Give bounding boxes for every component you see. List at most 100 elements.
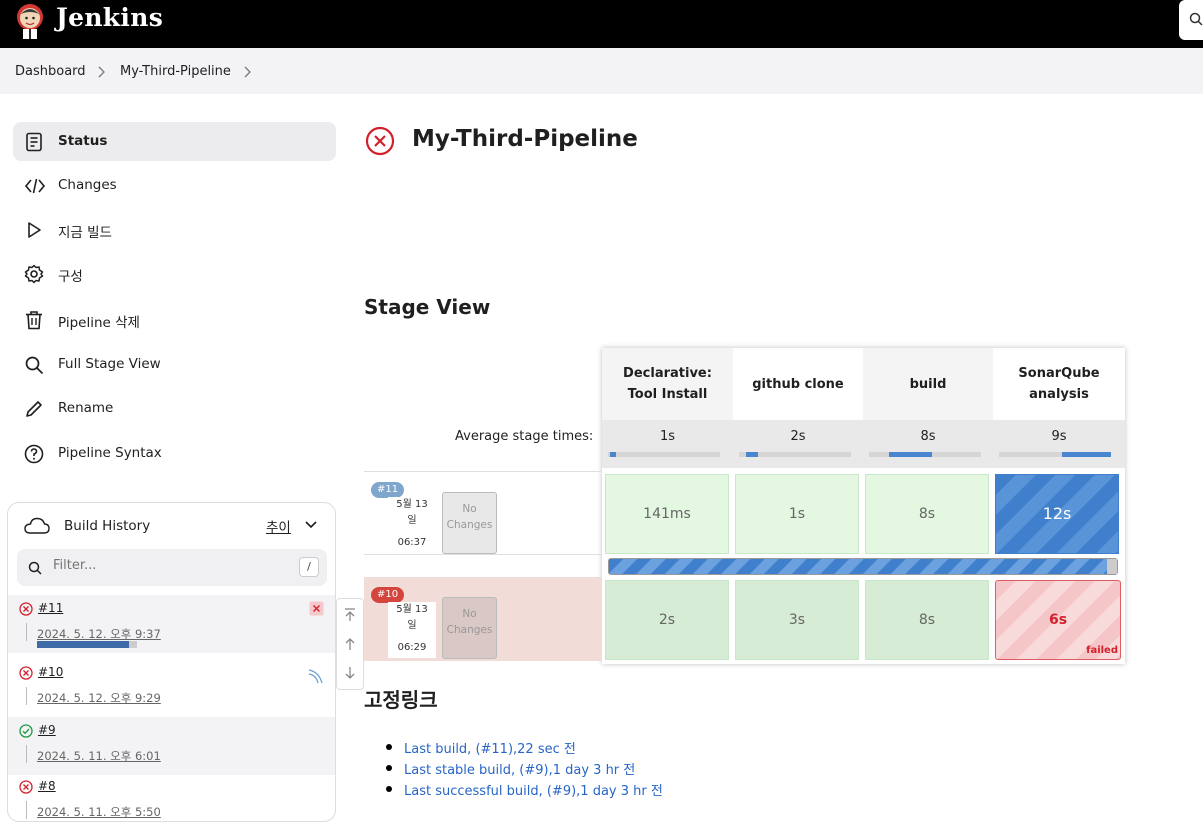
- run-date-line: 5월 13: [396, 604, 428, 615]
- run-time: 06:37: [397, 537, 427, 548]
- chevron-right-icon[interactable]: [243, 66, 251, 78]
- avg-time-value: 9s: [1051, 429, 1067, 444]
- stage-header-github-clone[interactable]: github clone: [733, 348, 863, 420]
- stage-header-build[interactable]: build: [863, 348, 993, 420]
- stage-header-sonarqube[interactable]: SonarQube analysis: [993, 348, 1125, 420]
- build-filter-box: /: [17, 549, 327, 586]
- stage-header-tool-install[interactable]: Declarative: Tool Install: [602, 348, 733, 420]
- chevron-down-icon[interactable]: [305, 521, 317, 529]
- avg-time-bar-fill: [889, 452, 932, 457]
- sidebar-item-configure[interactable]: 구성: [13, 254, 336, 293]
- permalink-last-build[interactable]: Last build, (#11),22 sec 전: [404, 742, 576, 757]
- avg-time-value: 8s: [920, 429, 936, 444]
- build-date-link[interactable]: 2024. 5. 12. 오후 9:37: [37, 626, 161, 642]
- console-output-icon[interactable]: [307, 667, 325, 685]
- avg-time-tool-install: 1s: [602, 420, 733, 468]
- scroll-top-icon: [345, 608, 355, 621]
- no-changes-box[interactable]: No Changes: [442, 597, 497, 659]
- sidebar-item-label: Pipeline 삭제: [58, 315, 140, 331]
- build-row-8[interactable]: #8 2024. 5. 11. 오후 5:50: [8, 773, 335, 831]
- breadcrumb: Dashboard My-Third-Pipeline: [0, 48, 1203, 94]
- build-date-link[interactable]: 2024. 5. 11. 오후 6:01: [37, 748, 161, 764]
- build-number-link[interactable]: #9: [38, 723, 56, 737]
- sidebar-item-full-stage-view[interactable]: Full Stage View: [13, 345, 336, 384]
- run-date-line: 일: [407, 515, 417, 526]
- run-badge[interactable]: #11: [371, 482, 405, 498]
- run-overall-progress-remaining: [1106, 559, 1117, 574]
- build-row-9[interactable]: #9 2024. 5. 11. 오후 6:01: [8, 717, 335, 775]
- brand-title[interactable]: Jenkins: [56, 3, 163, 32]
- permalink-last-successful-build[interactable]: Last successful build, (#9),1 day 3 hr 전: [404, 784, 663, 799]
- timeline-line: [26, 745, 27, 763]
- build-history-title: Build History: [64, 518, 151, 534]
- stage-cell-10-github-clone[interactable]: 3s: [735, 580, 859, 660]
- build-number-link[interactable]: #11: [38, 601, 63, 615]
- stage-name-line: build: [909, 376, 947, 392]
- stage-cell-10-sonarqube-failed[interactable]: 6s failed: [995, 580, 1121, 660]
- sidebar-item-label: 지금 빌드: [58, 225, 112, 241]
- gear-icon: [24, 264, 44, 284]
- jenkins-logo-icon[interactable]: [14, 2, 46, 40]
- page-title: My-Third-Pipeline: [412, 126, 638, 152]
- stage-cell-11-sonarqube-running[interactable]: 12s: [995, 474, 1119, 554]
- breadcrumb-pipeline[interactable]: My-Third-Pipeline: [120, 64, 231, 79]
- arrow-up-icon: [345, 638, 355, 650]
- permalink-last-stable-build[interactable]: Last stable build, (#9),1 day 3 hr 전: [404, 763, 635, 778]
- run-row-10: #10 5월 13 일 06:29 No Changes: [364, 577, 602, 661]
- avg-time-bar-fill: [1061, 452, 1111, 457]
- build-progress-fill: [37, 641, 129, 648]
- avg-time-build: 8s: [863, 420, 993, 468]
- sidebar-item-delete-pipeline[interactable]: Pipeline 삭제: [13, 300, 336, 339]
- build-filter-input[interactable]: [53, 558, 273, 573]
- scroll-down-button[interactable]: [337, 660, 363, 688]
- scroll-top-button[interactable]: [337, 601, 363, 629]
- avg-time-bar: [999, 452, 1111, 457]
- sidebar-item-build-now[interactable]: 지금 빌드: [13, 210, 336, 249]
- failed-status-icon: [19, 666, 33, 680]
- stage-cell-10-tool-install[interactable]: 2s: [605, 580, 729, 660]
- build-row-11[interactable]: #11 2024. 5. 12. 오후 9:37: [8, 595, 335, 653]
- average-stage-times-label: Average stage times:: [455, 429, 594, 444]
- sidebar-item-label: Changes: [58, 177, 117, 193]
- avg-time-value: 1s: [659, 429, 676, 444]
- pencil-icon: [26, 401, 42, 417]
- success-status-icon: [19, 724, 33, 738]
- sidebar-item-changes[interactable]: Changes: [13, 166, 336, 205]
- build-row-10[interactable]: #10 2024. 5. 12. 오후 9:29: [8, 659, 335, 717]
- stage-cell-11-build[interactable]: 8s: [865, 474, 989, 554]
- run-badge[interactable]: #10: [371, 587, 405, 603]
- scroll-up-button[interactable]: [337, 630, 363, 658]
- sidebar-item-status[interactable]: Status: [13, 122, 336, 161]
- no-changes-box[interactable]: No Changes: [442, 492, 497, 554]
- avg-time-bar: [739, 452, 851, 457]
- sidebar-item-rename[interactable]: Rename: [13, 389, 336, 428]
- stage-name-line: SonarQube: [1018, 366, 1100, 381]
- build-date-link[interactable]: 2024. 5. 11. 오후 5:50: [37, 804, 161, 820]
- permalinks-list: Last build, (#11),22 sec 전 Last stable b…: [386, 738, 663, 801]
- breadcrumb-dashboard[interactable]: Dashboard: [15, 64, 86, 79]
- sidebar-item-label: Status: [58, 133, 108, 149]
- code-icon: [24, 178, 46, 194]
- avg-time-bar: [869, 452, 981, 457]
- stage-name-line: Declarative:: [623, 366, 712, 381]
- stage-cell-11-github-clone[interactable]: 1s: [735, 474, 859, 554]
- build-history-panel: Build History 추이 / #11 2024. 5. 12. 오후 9…: [7, 502, 336, 822]
- build-number-link[interactable]: #10: [38, 665, 63, 679]
- sidebar-item-label: Rename: [58, 400, 114, 416]
- list-item: Last stable build, (#9),1 day 3 hr 전: [386, 759, 663, 780]
- run-overall-progress-bar: [608, 558, 1118, 575]
- run-time: 06:29: [397, 642, 427, 653]
- trend-link[interactable]: 추이: [266, 516, 291, 536]
- sidebar-item-pipeline-syntax[interactable]: Pipeline Syntax: [13, 434, 336, 473]
- build-date-link[interactable]: 2024. 5. 12. 오후 9:29: [37, 690, 161, 706]
- failed-label: failed: [1086, 645, 1118, 656]
- abort-build-icon[interactable]: [309, 601, 324, 616]
- stage-cell-11-tool-install[interactable]: 141ms: [605, 474, 729, 554]
- chevron-right-icon[interactable]: [97, 66, 105, 78]
- avg-time-bar-fill: [745, 452, 759, 457]
- build-number-link[interactable]: #8: [38, 779, 56, 793]
- timeline-line: [26, 801, 27, 819]
- stage-cell-10-build[interactable]: 8s: [865, 580, 989, 660]
- global-search-box[interactable]: [1179, 0, 1203, 40]
- sidebar-item-label: Pipeline Syntax: [58, 445, 162, 461]
